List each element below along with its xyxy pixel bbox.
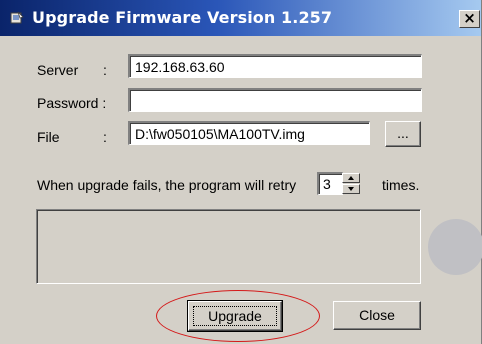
window-title: Upgrade Firmware Version 1.257 [32, 8, 333, 27]
password-label: Password : [37, 95, 107, 111]
arrow-down-icon [348, 187, 354, 191]
file-path-input[interactable]: D:\fw050105\MA100TV.img [128, 121, 370, 145]
file-colon: : [103, 129, 107, 145]
title-bar[interactable]: Upgrade Firmware Version 1.257 × [0, 0, 481, 36]
close-button[interactable]: Close [333, 301, 421, 330]
browse-label: ... [397, 125, 409, 141]
firmware-app-icon [10, 11, 24, 24]
upgrade-button-face[interactable]: Upgrade [188, 301, 282, 331]
server-colon: : [103, 62, 107, 78]
spin-up-button[interactable] [342, 173, 360, 183]
window-close-button[interactable]: × [459, 10, 480, 28]
browse-button[interactable]: ... [385, 121, 421, 147]
status-area [36, 209, 421, 284]
retry-text-before: When upgrade fails, the program will ret… [37, 177, 297, 193]
server-label: Server [37, 62, 79, 78]
upgrade-firmware-dialog: Upgrade Firmware Version 1.257 × Server … [0, 0, 482, 344]
close-icon: × [463, 9, 476, 27]
focus-indicator [193, 306, 277, 326]
upgrade-button[interactable]: Upgrade [187, 300, 283, 332]
retry-count-spinner [342, 173, 360, 194]
spin-down-button[interactable] [342, 184, 360, 194]
arrow-up-icon [348, 176, 354, 180]
file-label: File [37, 129, 60, 145]
password-input[interactable] [128, 88, 422, 112]
side-circle-decoration [428, 219, 482, 275]
retry-text-after: times. [382, 177, 420, 193]
close-button-label: Close [359, 307, 395, 323]
server-input[interactable]: 192.168.63.60 [128, 54, 422, 78]
retry-count-input[interactable]: 3 [317, 172, 343, 195]
